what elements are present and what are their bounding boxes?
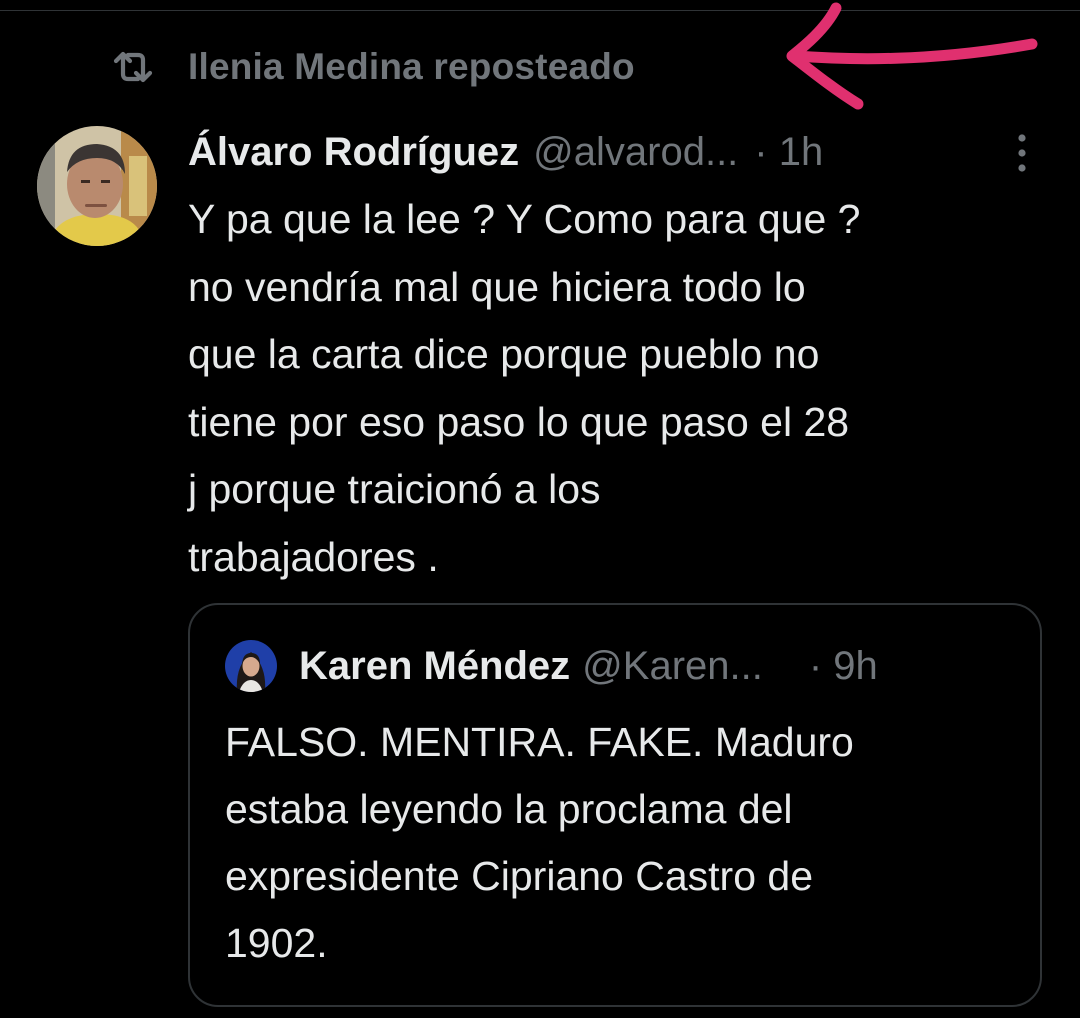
tweet-text-line: j porque traicionó a los xyxy=(188,466,601,512)
quoted-author-handle[interactable]: @Karen... xyxy=(582,644,763,689)
author-avatar[interactable] xyxy=(37,126,157,246)
tweet-text-line: trabajadores . xyxy=(188,533,439,580)
tweet-text-line: que la carta dice porque pueblo no xyxy=(188,331,820,377)
tweet-text-line: tiene por eso paso lo que paso el 28 xyxy=(188,398,850,445)
tweet-timestamp[interactable]: · 1h xyxy=(754,130,823,175)
annotation-arrow xyxy=(786,2,1038,110)
quoted-text-line: estaba leyendo la proclama del xyxy=(225,786,793,832)
quoted-author-name[interactable]: Karen Méndez xyxy=(299,644,570,689)
quoted-tweet-card[interactable]: Karen Méndez @Karen... · 9h FALSO. MENTI… xyxy=(188,603,1042,1007)
quoted-tweet-text: FALSO. MENTIRA. FAKE. Maduro estaba leye… xyxy=(225,709,1025,977)
repost-label: Ilenia Medina reposteado xyxy=(188,46,635,87)
repost-icon xyxy=(110,50,156,84)
tweet-text: Y pa que la lee ? Y Como para que ? no v… xyxy=(188,186,1048,591)
quoted-tweet-header: Karen Méndez @Karen... · 9h xyxy=(225,635,1015,697)
quoted-text-line: 1902. xyxy=(225,920,328,966)
quoted-text-line: expresidente Cipriano Castro de xyxy=(225,853,813,899)
quoted-tweet-timestamp[interactable]: · 9h xyxy=(809,644,878,689)
tweet-header: Álvaro Rodríguez @alvarod... · 1h xyxy=(188,124,1038,180)
tweet-text-line: Y pa que la lee ? Y Como para que ? xyxy=(188,196,861,242)
tweet-text-line: no vendría mal que hiciera todo lo xyxy=(188,263,806,310)
author-name[interactable]: Álvaro Rodríguez xyxy=(188,130,519,175)
quoted-text-line: FALSO. MENTIRA. FAKE. Maduro xyxy=(225,719,854,765)
author-handle[interactable]: @alvarod... xyxy=(533,130,738,175)
more-vertical-icon[interactable] xyxy=(1014,132,1030,174)
quoted-author-avatar[interactable] xyxy=(225,640,277,692)
repost-indicator[interactable]: Ilenia Medina reposteado xyxy=(110,42,635,92)
